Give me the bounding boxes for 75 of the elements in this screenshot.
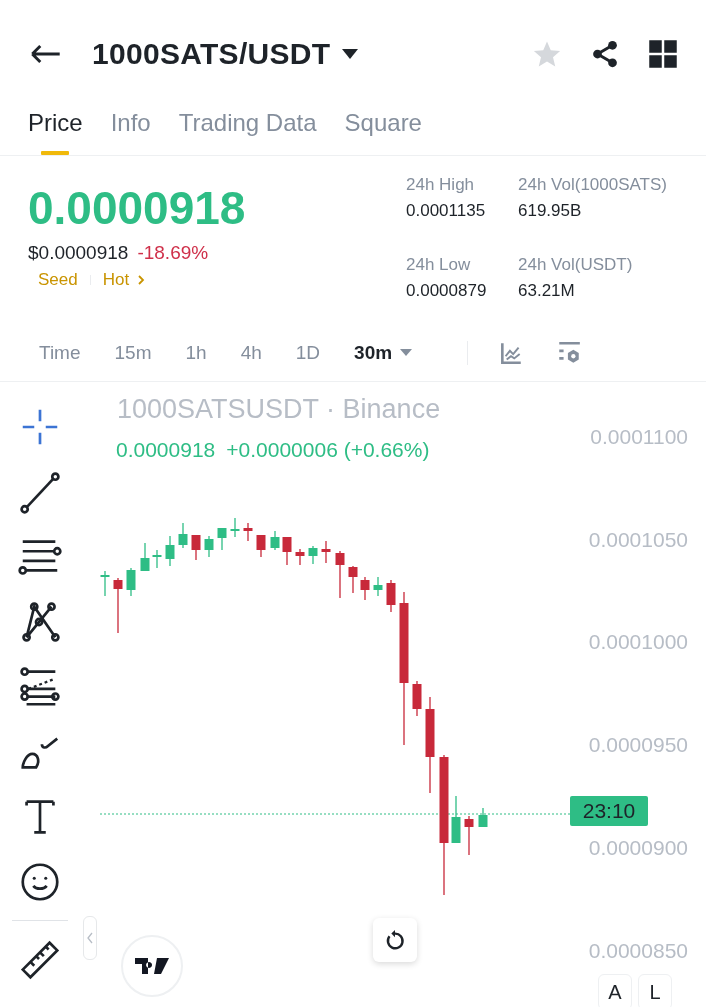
tab[interactable]: Trading Data (178, 108, 317, 155)
share-icon[interactable] (590, 39, 620, 69)
interval-tab[interactable]: 30m (337, 341, 430, 364)
chart-settings-icon[interactable] (556, 339, 583, 366)
candle (451, 795, 461, 844)
price-change: -18.69% (137, 242, 209, 264)
candle (243, 522, 253, 542)
candle (386, 579, 396, 613)
candle (335, 550, 345, 599)
back-arrow-icon[interactable] (30, 42, 62, 66)
logo-icon (135, 958, 169, 974)
candle (178, 522, 188, 549)
caret-icon[interactable] (342, 49, 359, 59)
chevron-icon (87, 932, 93, 944)
reset-button[interactable] (373, 918, 417, 962)
price-axis-label: 0.0000850 (588, 938, 688, 963)
candle (295, 548, 305, 566)
candle (412, 680, 422, 717)
stat-label: 24h Low (406, 254, 472, 276)
candle (478, 807, 488, 828)
stat-value: 619.95B (518, 200, 583, 222)
price-axis-label: 0.0001100 (590, 425, 688, 449)
chart-title: 1000SATSUSDT · Binance (117, 394, 441, 425)
reset-icon (384, 929, 406, 951)
caret-icon (400, 348, 413, 357)
price-axis-label: 0.0000950 (588, 733, 688, 758)
candle (256, 534, 266, 558)
candle (191, 534, 201, 561)
price-axis-label: 0.0001000 (588, 630, 688, 655)
interval-tab[interactable]: 15m (97, 341, 169, 364)
candle (321, 540, 331, 564)
interval-tab[interactable]: 4h (223, 341, 279, 364)
candle (100, 570, 110, 597)
last-price: 0.0000918 (28, 181, 247, 236)
legend-change: +0.0000006 (+0.66%) (226, 438, 430, 462)
candle (152, 549, 162, 569)
interval-tab[interactable]: 1D (278, 341, 338, 364)
tag-link[interactable]: Hot (102, 270, 130, 290)
tag-link[interactable]: Seed (38, 270, 78, 290)
candle (217, 527, 227, 551)
candle (282, 536, 292, 566)
price-axis-label: 0.0001050 (588, 527, 688, 552)
stat-value: 0.0001135 (406, 200, 487, 222)
candle (373, 576, 383, 597)
stat-label: 24h Vol(1000SATS) (518, 174, 668, 196)
candle (270, 530, 280, 551)
tab[interactable]: Info (110, 108, 151, 155)
tab[interactable]: Price (28, 108, 83, 155)
stat-value: 0.0000879 (406, 280, 488, 302)
candle (113, 577, 123, 634)
candle (360, 576, 370, 601)
candle (230, 517, 240, 538)
stat-label: 24h High (406, 174, 476, 196)
candle (165, 535, 175, 567)
grid-icon[interactable] (648, 39, 678, 69)
stat-label: 24h Vol(USDT) (518, 254, 634, 276)
trend-line-icon[interactable] (17, 469, 63, 515)
interval-tab[interactable]: 1h (168, 341, 224, 364)
scale-button[interactable]: A (598, 974, 632, 1007)
candle (464, 815, 474, 856)
scale-button[interactable]: L (638, 974, 672, 1007)
candle (348, 565, 358, 594)
chevron-icon[interactable] (137, 274, 146, 286)
interval-tab[interactable]: Time (22, 341, 98, 364)
candle (204, 535, 214, 558)
usd-price: $0.0000918 (28, 242, 129, 264)
tab[interactable]: Square (344, 108, 422, 155)
price-axis-label: 0.0000900 (588, 835, 688, 860)
countdown-tag: 23:10 (570, 796, 648, 826)
legend-price: 0.0000918 (116, 438, 216, 462)
candle (126, 567, 136, 597)
stat-value: 63.21M (518, 280, 576, 302)
candle (140, 542, 150, 572)
pair-title[interactable]: 1000SATS/USDT (92, 37, 331, 71)
candle (308, 545, 318, 565)
